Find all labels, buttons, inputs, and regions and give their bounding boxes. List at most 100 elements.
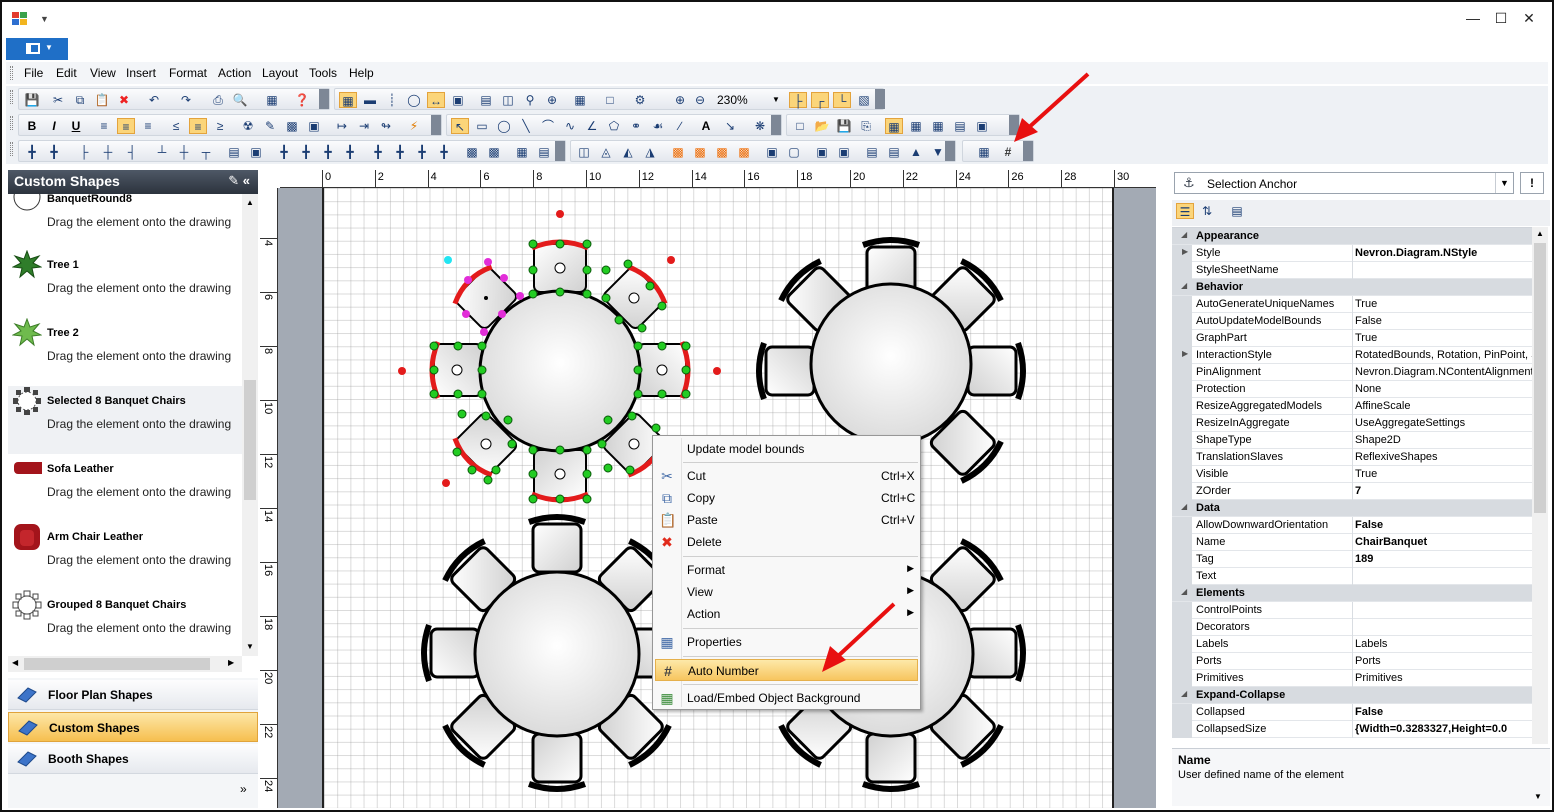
toolbar-overflow-icon[interactable]	[555, 141, 565, 161]
scroll-left-icon[interactable]: ◀	[12, 658, 18, 667]
scroll-down-icon[interactable]: ▼	[246, 642, 254, 651]
property-row[interactable]: CollapsedSize {Width=0.3283327,Height=0.0	[1172, 721, 1532, 738]
property-value[interactable]: True	[1355, 332, 1532, 344]
library-item[interactable]: Sofa Leather Drag the element onto the d…	[8, 454, 242, 522]
property-value[interactable]: ChairBanquet	[1355, 536, 1532, 548]
library-item[interactable]: Tree 2 Drag the element onto the drawing	[8, 318, 242, 386]
property-value[interactable]: {Width=0.3283327,Height=0.0	[1355, 723, 1532, 735]
italic-icon[interactable]: I	[45, 118, 63, 134]
flip-horizontal-icon[interactable]: ◫	[575, 144, 593, 160]
connector-tool-icon[interactable]: ↘	[721, 118, 739, 134]
view-details-icon[interactable]: ▤	[951, 118, 969, 134]
align-bottom-icon[interactable]: ≥	[211, 118, 229, 134]
banquet-table[interactable]	[424, 517, 687, 789]
property-row[interactable]: Decorators	[1172, 619, 1532, 636]
align-centers-icon[interactable]: ╋	[45, 144, 63, 160]
property-value[interactable]: True	[1355, 298, 1532, 310]
property-row[interactable]: StyleSheetName	[1172, 262, 1532, 279]
image-icon[interactable]: ▦	[975, 144, 993, 160]
polyline-tool-icon[interactable]: ∠	[583, 118, 601, 134]
tab-floor-plan-shapes[interactable]: Floor Plan Shapes	[8, 680, 258, 710]
align-bottoms-icon[interactable]: ┴	[153, 144, 171, 160]
make-same-height-icon[interactable]: ▣	[247, 144, 265, 160]
shadow-icon[interactable]: ▩	[283, 118, 301, 134]
view-large-icon[interactable]: ▦	[885, 118, 903, 134]
property-row[interactable]: ZOrder 7	[1172, 483, 1532, 500]
toolbar-grip[interactable]	[10, 142, 13, 156]
connector-end-icon[interactable]: ⇥	[355, 118, 373, 134]
save-icon[interactable]: 💾	[23, 92, 41, 108]
menu-copy[interactable]: ⧉ Copy Ctrl+C	[655, 487, 918, 509]
quick-access-dropdown-icon[interactable]: ▼	[40, 14, 49, 24]
page-setup-icon[interactable]: ◫	[499, 92, 517, 108]
help-icon[interactable]: ❓	[293, 92, 311, 108]
bring-to-front-icon[interactable]: ▩	[669, 144, 687, 160]
bold-icon[interactable]: B	[23, 118, 41, 134]
arc-tool-icon[interactable]: ⌒	[539, 118, 557, 134]
save-library-icon[interactable]: 💾	[835, 118, 853, 134]
library-item[interactable]: Grouped 8 Banquet Chairs Drag the elemen…	[8, 590, 242, 656]
property-value[interactable]: Nevron.Diagram.NStyle	[1355, 247, 1532, 259]
property-row[interactable]: ResizeInAggregate UseAggregateSettings	[1172, 415, 1532, 432]
menu-tools[interactable]: Tools	[309, 66, 337, 80]
library-vertical-scrollbar[interactable]: ▲ ▼	[242, 194, 258, 656]
scroll-right-icon[interactable]: ▶	[228, 658, 234, 667]
toolbar-overflow-icon[interactable]	[319, 89, 329, 109]
curve-tool-icon[interactable]: ∿	[561, 118, 579, 134]
property-row[interactable]: PinAlignment Nevron.Diagram.NContentAlign…	[1172, 364, 1532, 381]
magnifier-icon[interactable]: ⚲	[521, 92, 539, 108]
library-item[interactable]: Arm Chair Leather Drag the element onto …	[8, 522, 242, 590]
underline-icon[interactable]: U	[67, 118, 85, 134]
move-up-icon[interactable]: ▲	[907, 144, 925, 160]
property-row[interactable]: ▶ InteractionStyle RotatedBounds, Rotation…	[1172, 347, 1532, 364]
open-library-icon[interactable]: 📂	[813, 118, 831, 134]
snap-to-ruler-icon[interactable]: ┌	[811, 92, 829, 108]
zoom-value[interactable]: 230%	[717, 93, 748, 107]
delete-icon[interactable]: ✖	[115, 92, 133, 108]
collapse-icon[interactable]: ◢	[1181, 230, 1187, 239]
flip-vertical-icon[interactable]: ◬	[597, 144, 615, 160]
rotate-left-icon[interactable]: ◭	[619, 144, 637, 160]
property-row[interactable]: Text	[1172, 568, 1532, 585]
property-category[interactable]: ◢ Behavior	[1172, 279, 1532, 296]
property-value[interactable]: Primitives	[1355, 672, 1532, 684]
library-item[interactable]: BanquetRound8 Drag the element onto the …	[8, 194, 242, 252]
property-value[interactable]: False	[1355, 519, 1532, 531]
align-rights-icon[interactable]: ├	[75, 144, 93, 160]
collapse-icon[interactable]: ◢	[1181, 281, 1187, 290]
snap-to-grid-icon[interactable]: ├	[789, 92, 807, 108]
vertical-ruler[interactable]: 4 6 8 10 12 14 16 18 20 22 24	[260, 188, 278, 808]
menu-help[interactable]: Help	[349, 66, 374, 80]
pointer-tool-icon[interactable]: ↖	[451, 118, 469, 134]
grid-icon[interactable]: ▦	[339, 92, 357, 108]
maximize-button[interactable]: ☐	[1486, 10, 1516, 27]
library-horizontal-scrollbar[interactable]: ◀ ▶	[8, 656, 242, 672]
property-value[interactable]: 7	[1355, 485, 1532, 497]
fill-icon[interactable]: ☢	[239, 118, 257, 134]
compose-icon[interactable]: ▣	[813, 144, 831, 160]
expand-icon[interactable]: ▶	[1182, 247, 1188, 256]
layer-icon[interactable]: ▤	[477, 92, 495, 108]
paste-icon[interactable]: 📋	[93, 92, 111, 108]
scroll-thumb[interactable]	[1534, 243, 1546, 513]
property-pages-icon[interactable]: ▤	[1228, 203, 1246, 219]
print-icon[interactable]: ⎙	[209, 92, 227, 108]
distribute-v2-icon[interactable]: ╋	[391, 144, 409, 160]
space-horizontal-icon[interactable]: ┼	[175, 144, 193, 160]
new-page-icon[interactable]: □	[601, 92, 619, 108]
ungroup-icon[interactable]: ▤	[535, 144, 553, 160]
property-category[interactable]: ◢ Appearance	[1172, 228, 1532, 245]
property-category[interactable]: ◢ Expand-Collapse	[1172, 687, 1532, 704]
grid-settings-icon[interactable]: ▦	[571, 92, 589, 108]
chevron-down-icon[interactable]: ▼	[767, 92, 785, 108]
property-row[interactable]: Collapsed False	[1172, 704, 1532, 721]
scroll-down-icon[interactable]: ▼	[1534, 792, 1542, 801]
align-top-icon[interactable]: ≤	[167, 118, 185, 134]
toolbar-grip[interactable]	[10, 116, 13, 130]
align-right-icon[interactable]: ≡	[139, 118, 157, 134]
property-row[interactable]: ▶ Style Nevron.Diagram.NStyle	[1172, 245, 1532, 262]
send-backward-icon[interactable]: ▩	[713, 144, 731, 160]
rotate-right-icon[interactable]: ◮	[641, 144, 659, 160]
ruler-icon[interactable]: ▬	[361, 92, 379, 108]
property-value[interactable]: Shape2D	[1355, 434, 1532, 446]
